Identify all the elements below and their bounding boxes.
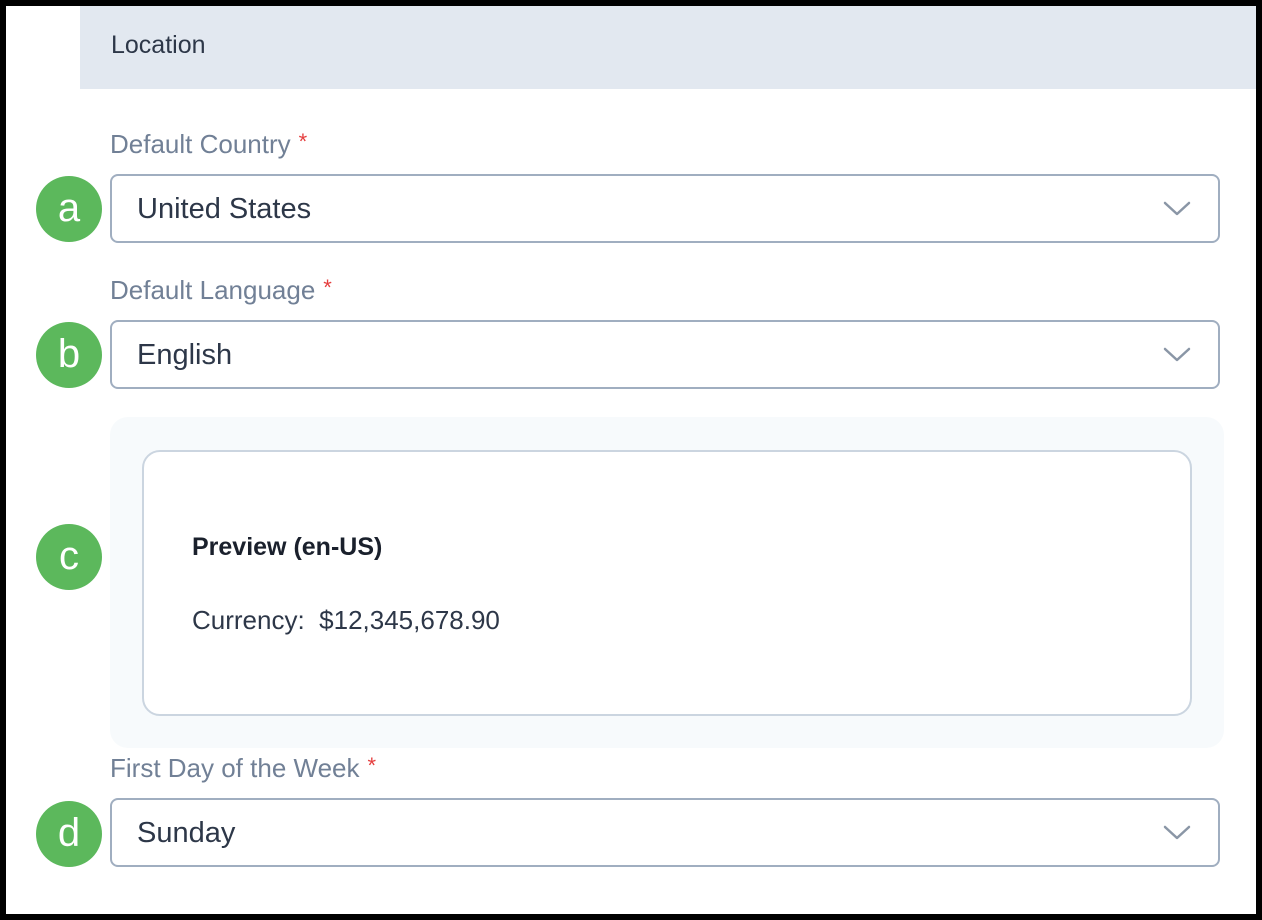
first-day-label-text: First Day of the Week (110, 753, 360, 783)
preview-card: Preview (en-US) Currency: $12,345,678.90 (142, 450, 1192, 716)
required-indicator: * (323, 275, 332, 300)
preview-title: Preview (en-US) (192, 533, 383, 561)
default-language-label: Default Language * (110, 275, 332, 306)
section-title: Location (111, 31, 206, 59)
settings-panel: Location Default Country * a United State… (6, 6, 1256, 914)
default-country-label: Default Country * (110, 129, 307, 160)
annotation-marker-a: a (36, 176, 102, 242)
preview-currency: Currency: $12,345,678.90 (192, 605, 500, 636)
default-country-value: United States (137, 193, 312, 225)
required-indicator: * (298, 129, 308, 154)
annotation-marker-b: b (36, 322, 102, 388)
default-language-value: English (137, 339, 233, 371)
default-language-label-text: Default Language (110, 275, 316, 305)
preview-container: Preview (en-US) Currency: $12,345,678.90 (110, 417, 1224, 748)
first-day-select[interactable]: Sunday (110, 798, 1220, 867)
annotation-marker-c: c (36, 524, 102, 590)
chevron-down-icon (1163, 347, 1191, 362)
default-language-select[interactable]: English (110, 320, 1220, 389)
default-country-select[interactable]: United States (110, 174, 1220, 243)
section-header: Location (80, 6, 1256, 89)
first-day-value: Sunday (137, 817, 236, 849)
chevron-down-icon (1163, 825, 1191, 840)
chevron-down-icon (1163, 201, 1191, 216)
currency-label: Currency: (192, 605, 305, 635)
annotation-marker-d: d (36, 801, 102, 867)
first-day-label: First Day of the Week * (110, 753, 376, 784)
currency-value: $12,345,678.90 (319, 605, 500, 635)
required-indicator: * (367, 753, 377, 778)
default-country-label-text: Default Country (110, 129, 291, 159)
